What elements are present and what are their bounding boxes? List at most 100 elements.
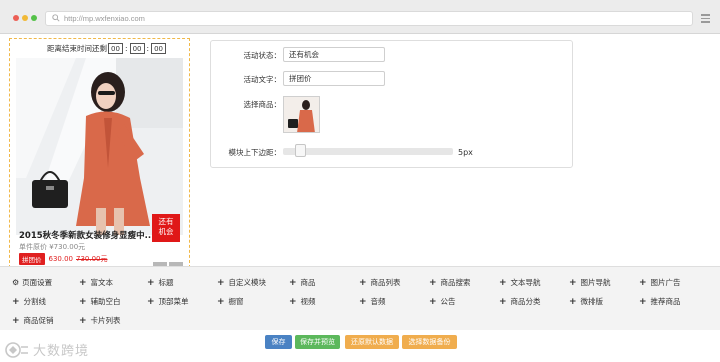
original-price: 单件原价 ¥730.00元: [19, 243, 86, 251]
module-item-1-3[interactable]: + 橱窗: [217, 296, 244, 307]
watermark-text: 大数跨境: [33, 344, 90, 359]
address-bar[interactable]: http://mp.wxfenxiao.com: [45, 11, 693, 26]
module-item-0-8[interactable]: + 图片导航: [569, 277, 611, 288]
margin-slider-track[interactable]: [283, 148, 453, 155]
countdown-label: 距离结束时间还剩: [47, 43, 107, 53]
module-label: 卡片列表: [90, 316, 121, 325]
module-item-1-9[interactable]: + 推荐商品: [639, 296, 681, 307]
status-input[interactable]: 还有机会: [283, 47, 385, 62]
module-item-0-9[interactable]: + 图片广告: [639, 277, 681, 288]
group-price-badge: 拼团价: [19, 253, 45, 265]
chance-tag-line2: 机会: [158, 227, 174, 236]
module-label: 分割线: [23, 297, 47, 306]
module-item-1-1[interactable]: + 辅助空白: [79, 296, 121, 307]
module-item-1-0[interactable]: + 分割线: [12, 296, 46, 307]
module-item-0-4[interactable]: + 商品: [289, 277, 316, 288]
countdown-seconds: 00: [151, 42, 167, 54]
address-url: http://mp.wxfenxiao.com: [64, 14, 145, 23]
module-label: 推荐商品: [650, 297, 681, 306]
product-label: 选择商品：: [243, 100, 282, 109]
plus-icon: +: [12, 296, 20, 307]
product-title: 2015秋冬季新款女装修身显瘦中...: [19, 231, 155, 241]
module-label: 商品: [300, 278, 316, 287]
module-label: 页面设置: [22, 278, 53, 287]
module-item-0-3[interactable]: + 自定义模块: [217, 277, 266, 288]
plus-icon: +: [217, 296, 225, 307]
plus-icon: +: [147, 277, 155, 288]
module-label: 商品搜索: [440, 278, 471, 287]
hamburger-menu-icon[interactable]: [701, 14, 710, 23]
module-label: 图片广告: [650, 278, 681, 287]
plus-icon: +: [79, 277, 87, 288]
module-item-0-6[interactable]: + 商品搜索: [429, 277, 471, 288]
close-window-icon[interactable]: [13, 15, 19, 21]
plus-icon: +: [217, 277, 225, 288]
module-item-0-7[interactable]: + 文本导航: [499, 277, 541, 288]
text-input[interactable]: 拼团价: [283, 71, 385, 86]
module-label: 富文本: [90, 278, 114, 287]
plus-icon: +: [639, 296, 647, 307]
mobile-preview[interactable]: 距离结束时间还剩 00 : 00 : 00 2015秋冬季新款女装修身显瘦中..…: [9, 38, 190, 268]
module-item-1-6[interactable]: + 公告: [429, 296, 456, 307]
module-label: 图片导航: [580, 278, 611, 287]
module-item-1-5[interactable]: + 音频: [359, 296, 386, 307]
module-item-0-5[interactable]: + 商品列表: [359, 277, 401, 288]
module-label: 橱窗: [228, 297, 244, 306]
module-item-0-1[interactable]: + 富文本: [79, 277, 113, 288]
margin-value: 5px: [458, 148, 473, 157]
status-label: 活动状态：: [243, 51, 282, 60]
plus-icon: +: [569, 277, 577, 288]
module-label: 视频: [300, 297, 316, 306]
module-settings-panel: 活动状态： 还有机会 活动文字： 拼团价 选择商品： 模块上下边距： 5px: [210, 40, 573, 168]
module-label: 商品分类: [510, 297, 541, 306]
plus-icon: +: [79, 315, 87, 326]
margin-label: 模块上下边距：: [228, 148, 282, 157]
plus-icon: +: [499, 277, 507, 288]
gear-icon: ⚙: [12, 278, 20, 287]
strike-price: 730.00元: [76, 255, 108, 263]
module-item-1-8[interactable]: + 微排版: [569, 296, 603, 307]
price-row: 拼团价 630.00 730.00元: [19, 253, 108, 265]
maximize-window-icon[interactable]: [31, 15, 37, 21]
module-item-1-4[interactable]: + 视频: [289, 296, 316, 307]
module-label: 自定义模块: [228, 278, 267, 287]
search-icon: [52, 14, 60, 22]
plus-icon: +: [12, 315, 20, 326]
plus-icon: +: [289, 277, 297, 288]
module-label: 文本导航: [510, 278, 541, 287]
text-label: 活动文字：: [243, 75, 282, 84]
browser-chrome: http://mp.wxfenxiao.com: [0, 0, 720, 34]
module-item-1-7[interactable]: + 商品分类: [499, 296, 541, 307]
save-button[interactable]: 保存: [265, 335, 292, 349]
module-label: 微排版: [580, 297, 604, 306]
countdown-timer: 距离结束时间还剩 00 : 00 : 00: [47, 42, 167, 54]
plus-icon: +: [359, 296, 367, 307]
plus-icon: +: [639, 277, 647, 288]
module-item-1-2[interactable]: + 顶部菜单: [147, 296, 189, 307]
module-toolbar: ⚙ 页面设置 + 富文本 + 标题 + 自定义模块 + 商品 + 商品列表 + 商品搜索 + 文本导航 + 图片导…: [0, 266, 720, 330]
countdown-hours: 00: [108, 42, 123, 54]
plus-icon: +: [147, 296, 155, 307]
watermark-logo-icon: [5, 341, 28, 358]
chance-tag: 还有 机会: [152, 214, 180, 242]
module-label: 辅助空白: [90, 297, 121, 306]
select-backup-button[interactable]: 选择数据备份: [402, 335, 457, 349]
plus-icon: +: [359, 277, 367, 288]
module-item-0-0[interactable]: ⚙ 页面设置: [12, 277, 52, 288]
module-label: 公告: [440, 297, 456, 306]
plus-icon: +: [79, 296, 87, 307]
plus-icon: +: [429, 296, 437, 307]
selected-product-thumbnail[interactable]: [283, 96, 320, 133]
save-preview-button[interactable]: 保存并预览: [295, 335, 340, 349]
module-label: 标题: [158, 278, 174, 287]
margin-slider-handle[interactable]: [295, 144, 306, 157]
module-item-2-1[interactable]: + 卡片列表: [79, 315, 121, 326]
module-label: 商品促销: [23, 316, 54, 325]
plus-icon: +: [499, 296, 507, 307]
module-item-2-0[interactable]: + 商品促销: [12, 315, 54, 326]
product-image: [16, 58, 183, 235]
minimize-window-icon[interactable]: [22, 15, 28, 21]
restore-default-button[interactable]: 还原默认数据: [345, 335, 399, 349]
module-item-0-2[interactable]: + 标题: [147, 277, 174, 288]
module-label: 音频: [370, 297, 386, 306]
